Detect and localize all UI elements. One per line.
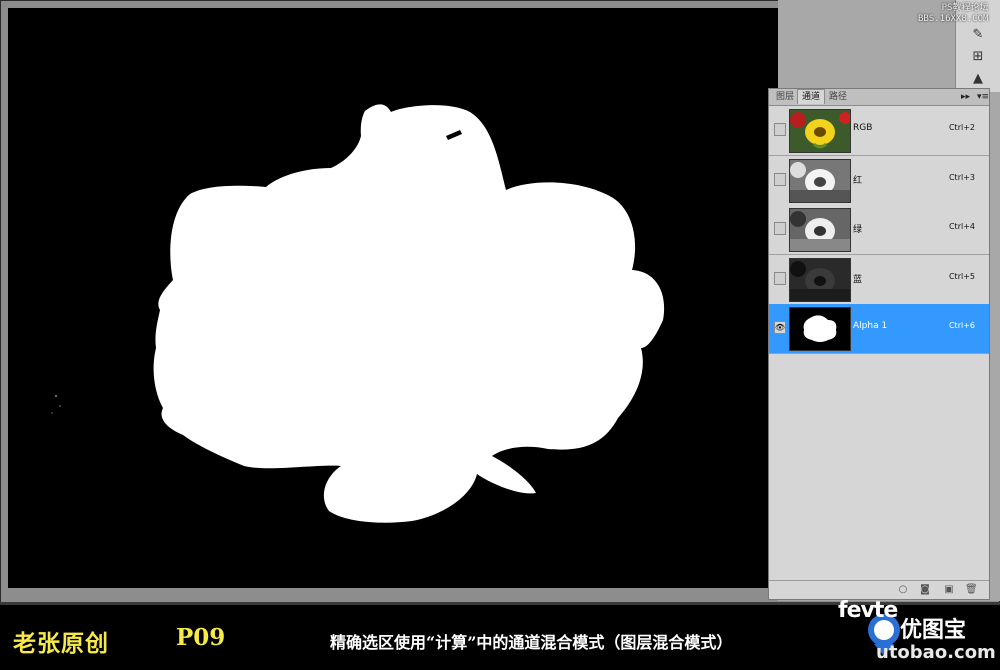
watermark-line-2: BBS.16XX8.COM [918,14,989,24]
load-selection-icon[interactable]: ○ [897,584,909,596]
channel-shortcut: Ctrl+6 [948,321,975,330]
clone-source-icon[interactable]: ⊞ [966,46,990,66]
save-selection-icon[interactable]: ◙ [919,584,931,596]
channel-thumbnail [789,307,851,351]
channels-panel: 图层 通道 路径 ▸▸ ▾≡ RGB Ctrl+2 红 Ctrl+3 绿 Ctrl+4 蓝 C… [768,88,990,600]
tab-paths[interactable]: 路径 [825,90,851,104]
panel-tab-bar: 图层 通道 路径 ▸▸ ▾≡ [769,89,989,106]
utobao-brand-name: 优图宝 [900,618,967,643]
caption-text: 精确选区使用“计算”中的通道混合模式（图层混合模式） [330,633,733,652]
channel-row[interactable]: 绿 Ctrl+4 [769,205,989,255]
channel-thumbnail [789,208,851,252]
tab-channels[interactable]: 通道 [797,89,826,104]
tab-layers[interactable]: 图层 [772,90,798,104]
panel-options-icon[interactable]: ▾≡ [977,90,989,104]
page-number: P09 [176,624,226,651]
channel-shortcut: Ctrl+5 [948,271,975,281]
channel-shortcut: Ctrl+3 [948,172,975,182]
channel-name: RGB [853,123,873,133]
visibility-toggle[interactable] [774,172,786,186]
new-channel-icon[interactable]: ▣ [943,584,955,596]
channel-shortcut: Ctrl+2 [948,123,975,132]
brush-preset-icon[interactable]: ✎ [966,24,990,44]
channel-thumbnail [789,158,851,203]
channel-row[interactable]: 👁 Alpha 1 Ctrl+6 [769,304,989,354]
channel-shortcut: Ctrl+4 [948,222,975,231]
watermark-line-1: PS教程论坛 [941,3,989,13]
stamp-icon[interactable]: ▲ [966,68,990,88]
visibility-toggle[interactable] [774,123,786,136]
panel-footer: ○ ◙ ▣ 🗑 [769,580,989,599]
channel-row[interactable]: 红 Ctrl+3 [769,155,989,206]
channel-row[interactable]: RGB Ctrl+2 [769,106,989,156]
delete-channel-icon[interactable]: 🗑 [965,584,978,596]
document-canvas[interactable] [8,8,778,588]
forum-watermark: PS教程论坛 BBS.16XX8.COM [918,3,988,25]
collapse-panel-icon[interactable]: ▸▸ [961,90,970,104]
channel-thumbnail [789,257,851,302]
visibility-toggle[interactable] [774,271,786,285]
alpha-channel-mask [8,8,778,588]
channel-name: 绿 [853,225,863,235]
channel-name: Alpha 1 [853,321,888,331]
eye-icon[interactable]: 👁 [774,321,786,334]
utobao-url: utobao.com [876,642,996,663]
channel-name: 蓝 [853,274,863,285]
author-label: 老张原创 [13,630,109,657]
visibility-toggle[interactable] [774,222,786,235]
channel-thumbnail [789,109,851,153]
channel-row[interactable]: 蓝 Ctrl+5 [769,254,989,305]
fevte-brand: fevte [838,598,898,623]
channel-name: 红 [853,175,863,186]
